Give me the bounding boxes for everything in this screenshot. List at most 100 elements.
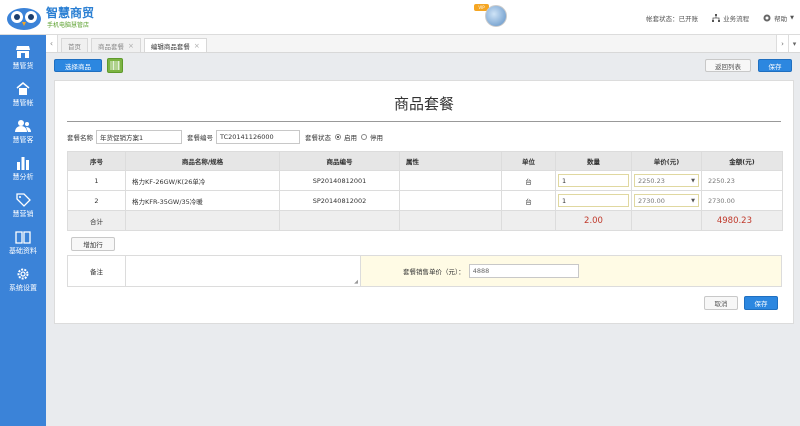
package-price-input[interactable]: 4888 [468,264,579,278]
sidebar-item-analysis[interactable]: 慧分析 [0,150,46,187]
toolbar: 选择商品 返回列表 保存 [46,53,800,75]
sidebar-item-label: 慧管货 [12,61,34,70]
title-divider [67,121,781,122]
row-number: 2 [67,190,126,211]
bar-chart-icon [17,156,29,170]
tab-home[interactable]: 首页 [61,38,88,52]
tab-product-package[interactable]: 商品套餐 × [91,38,141,52]
tab-edit-product-package[interactable]: 编辑商品套餐 × [143,38,207,52]
product-code: SP20140812001 [279,170,400,191]
tab-scroll-left[interactable]: ‹ [46,35,58,52]
chevron-left-icon: ‹ [49,39,54,48]
chevron-down-icon: ▾ [792,39,797,48]
quantity-input[interactable]: 1 [558,194,629,207]
price-value: 2730.00 [638,196,665,205]
lifebuoy-icon [763,14,771,22]
package-code-input[interactable]: TC20141126000 [216,130,300,144]
tab-scroll-right[interactable]: › [776,35,788,52]
chevron-right-icon: › [781,39,784,48]
page-title: 商品套餐 [393,95,454,113]
product-unit: 台 [501,170,556,191]
remark-textarea[interactable]: ◢ [126,256,361,286]
package-status-label: 套餐状态 [305,134,331,142]
price-select[interactable]: 2730.00 ▼ [634,194,699,207]
sidebar-item-goods[interactable]: 慧管货 [0,39,46,76]
select-product-button[interactable]: 选择商品 [54,59,102,72]
column-header: 单位 [501,151,556,171]
row-amount: 2730.00 [701,190,783,211]
tab-menu[interactable]: ▾ [788,35,800,52]
sidebar-item-label: 慧管客 [12,135,34,144]
package-code-label: 套餐编号 [187,134,213,142]
column-header: 单价(元) [631,151,702,171]
product-attr [399,190,502,211]
tab-label: 编辑商品套餐 [150,42,190,51]
barcode-button[interactable] [107,58,123,73]
close-icon[interactable]: × [128,42,134,50]
caret-down-icon: ▼ [691,197,695,204]
back-to-list-button[interactable]: 返回列表 [705,59,751,72]
price-select[interactable]: 2250.23 ▼ [634,174,699,187]
package-form: 套餐名称 年货促销方案1 套餐编号 TC20141126000 套餐状态 启用 … [67,130,383,144]
price-value: 2250.23 [638,176,665,185]
column-header: 商品名称/规格 [125,151,280,171]
resize-handle-icon[interactable]: ◢ [354,279,358,285]
tab-label: 商品套餐 [98,42,124,51]
total-amount: 4980.23 [701,210,783,231]
sidebar-item-label: 慧分析 [12,172,34,181]
summary-label: 合计 [67,210,126,231]
brand-name: 智慧商贸 [46,6,95,20]
status-disabled-label: 停用 [370,134,383,142]
brand-subtitle: 手机电脑慧管店 [47,22,90,29]
org-chart-icon [712,14,721,22]
product-code: SP20140812002 [279,190,400,211]
main-panel: 商品套餐 套餐名称 年货促销方案1 套餐编号 TC20141126000 套餐状… [54,80,794,324]
column-header: 属性 [399,151,502,171]
cancel-button[interactable]: 取消 [704,296,738,310]
barcode-icon [110,61,120,70]
summary-row: 合计 2.00 4980.23 [67,210,783,231]
status-enabled-radio[interactable] [335,134,341,140]
add-row-button[interactable]: 增加行 [71,237,115,251]
table-row: 2 格力KFR-35GW/35冷暖 SP20140812002 台 1 2730… [67,190,783,211]
product-unit: 台 [501,190,556,211]
save-button-top[interactable]: 保存 [758,59,792,72]
help-menu[interactable]: 帮助 ▼ [763,13,794,23]
caret-down-icon: ▼ [691,177,695,184]
ledger-icon [16,81,30,95]
column-header: 序号 [67,151,126,171]
owl-logo-icon [7,8,41,30]
sidebar-item-customers[interactable]: 慧管客 [0,113,46,150]
gear-icon [17,268,29,279]
package-price-area: 套餐销售单价（元）： 4888 [361,256,781,286]
save-button[interactable]: 保存 [744,296,778,310]
avatar[interactable] [485,5,507,27]
status-disabled-radio[interactable] [361,134,367,140]
sidebar-item-settings[interactable]: 系统设置 [0,261,46,298]
sidebar: 慧管货 慧管帐 慧管客 慧分析 慧营销 基础资料 系统设置 [0,35,46,426]
close-icon[interactable]: × [194,42,200,50]
table-header-row: 序号 商品名称/规格 商品编号 属性 单位 数量 单价(元) 金额(元) [67,151,783,171]
row-amount: 2250.23 [701,170,783,191]
account-status: 帐套状态：已开账 [646,15,699,23]
product-name: 格力KFR-35GW/35冷暖 [125,190,280,211]
product-attr [399,170,502,191]
total-quantity: 2.00 [555,210,632,231]
sidebar-item-label: 系统设置 [9,283,37,292]
sidebar-item-accounts[interactable]: 慧管帐 [0,76,46,113]
sidebar-item-label: 慧管帐 [12,98,34,107]
row-number: 1 [67,170,126,191]
package-name-label: 套餐名称 [67,134,93,142]
tab-label: 首页 [68,42,81,51]
quantity-input[interactable]: 1 [558,174,629,187]
package-name-input[interactable]: 年货促销方案1 [96,130,182,144]
table-row: 1 格力KF-26GW/K(26单冷 SP20140812001 台 1 225… [67,170,783,191]
package-price-label: 套餐销售单价（元）： [403,268,465,276]
workflow-link[interactable]: 业务流程 [712,13,749,23]
help-label: 帮助 [774,15,788,23]
sidebar-item-basic-data[interactable]: 基础资料 [0,224,46,261]
sidebar-item-marketing[interactable]: 慧营销 [0,187,46,224]
tab-bar: ‹ 首页 商品套餐 × 编辑商品套餐 × › ▾ [46,35,800,53]
caret-down-icon: ▼ [790,15,794,21]
customers-icon [15,119,31,132]
